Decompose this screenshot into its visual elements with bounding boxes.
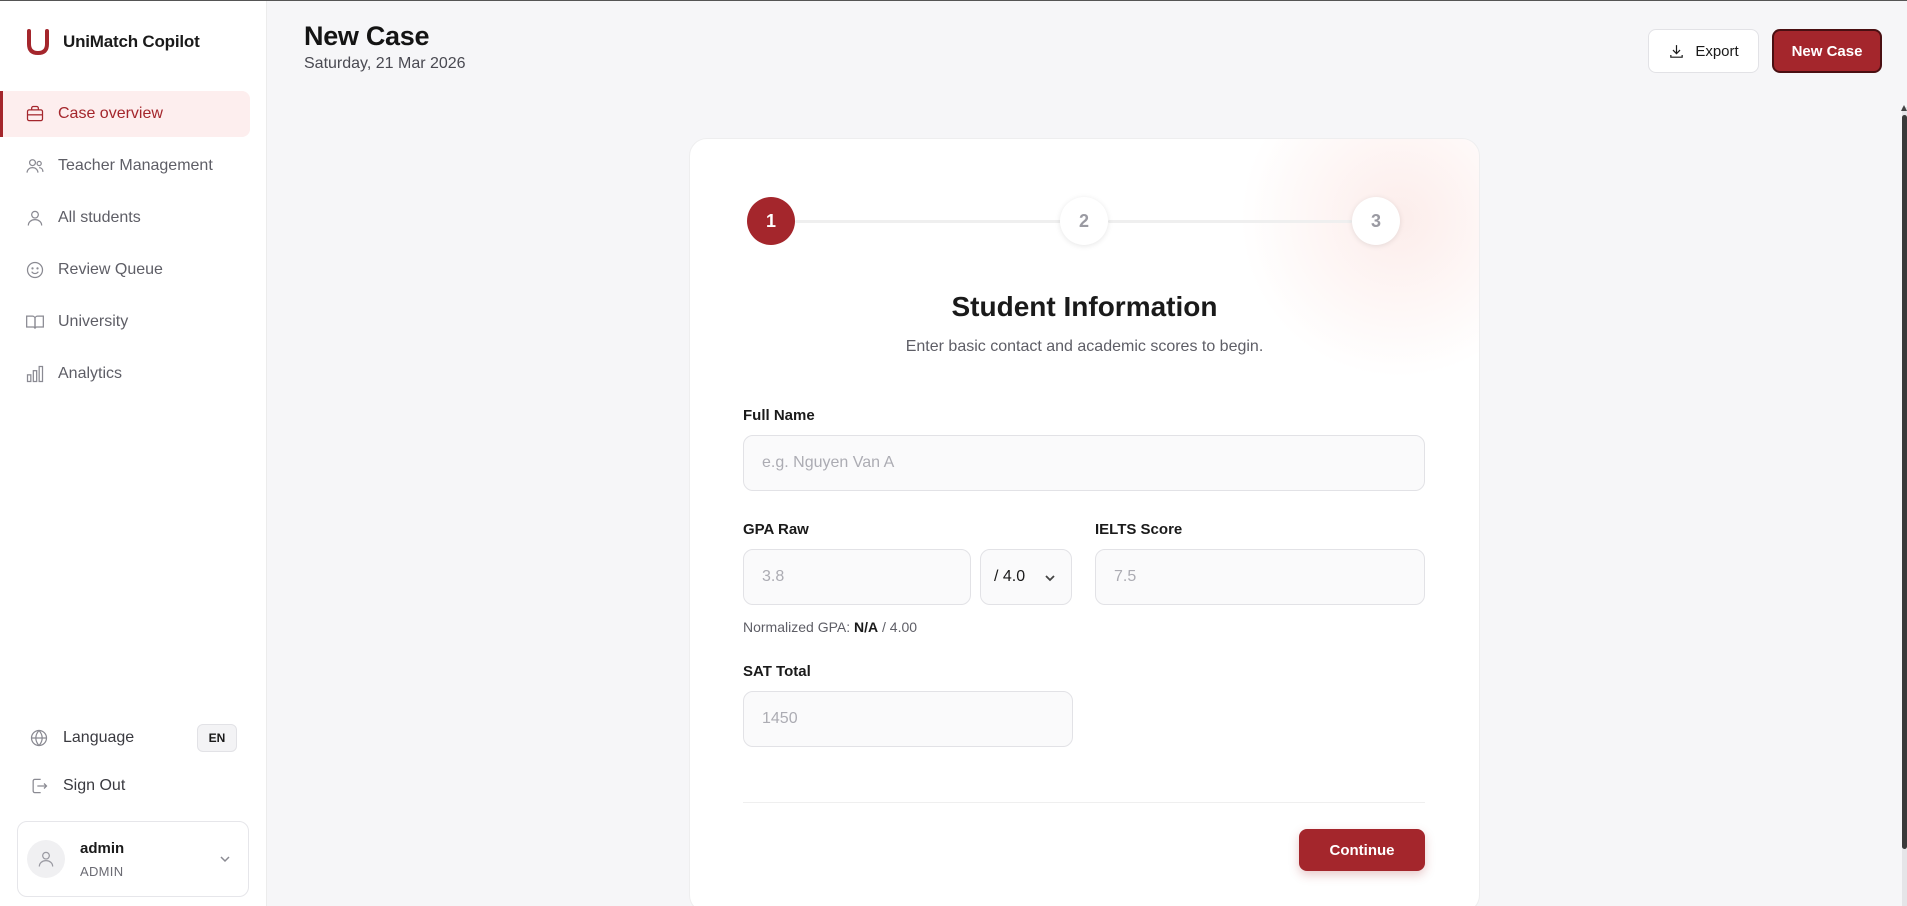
sidebar-item-review-queue[interactable]: Review Queue — [0, 247, 250, 293]
user-menu[interactable]: admin ADMIN — [17, 821, 249, 897]
step-2[interactable]: 2 — [1060, 197, 1108, 245]
briefcase-icon — [26, 105, 44, 122]
scrollbar-thumb[interactable] — [1902, 115, 1907, 849]
sidebar-item-label: University — [58, 313, 129, 330]
sat-total-label: SAT Total — [743, 663, 811, 680]
page-date: Saturday, 21 Mar 2026 — [304, 55, 466, 72]
gpa-scale-value: / 4.0 — [994, 568, 1026, 585]
full-name-label: Full Name — [743, 407, 815, 424]
ielts-score-label: IELTS Score — [1095, 521, 1183, 538]
user-role: ADMIN — [80, 863, 124, 879]
sidebar-item-label: Case overview — [58, 105, 163, 122]
sidebar-item-analytics[interactable]: Analytics — [0, 351, 250, 397]
user-name: admin — [80, 839, 125, 857]
form-subtitle: Enter basic contact and academic scores … — [905, 338, 1264, 355]
normalized-gpa-value: N/A — [854, 619, 879, 635]
full-name-input[interactable] — [743, 435, 1425, 491]
sign-out-label: Sign Out — [63, 777, 126, 794]
chevron-down-icon — [1045, 575, 1055, 582]
sidebar-item-label: Teacher Management — [58, 157, 213, 174]
gpa-raw-label: GPA Raw — [743, 521, 809, 538]
export-button[interactable]: Export — [1648, 29, 1759, 73]
user-icon — [27, 210, 43, 226]
ielts-score-input[interactable] — [1095, 549, 1425, 605]
sidebar-item-label: Analytics — [58, 365, 123, 382]
gpa-raw-input[interactable] — [743, 549, 971, 605]
sidebar-nav: Case overview Teacher Management All stu… — [0, 91, 267, 403]
page-title: New Case — [304, 21, 430, 51]
new-case-form-card: 1 2 3 Student Information Enter basic co… — [689, 138, 1480, 906]
form-title: Student Information — [951, 291, 1218, 322]
stepper: 1 2 3 — [747, 197, 1400, 245]
globe-icon — [30, 729, 48, 747]
sidebar-item-university[interactable]: University — [0, 299, 250, 345]
normalized-gpa-readout: Normalized GPA: N/A / 4.00 — [743, 619, 917, 635]
sign-out-button[interactable]: Sign Out — [29, 769, 125, 803]
download-icon — [1670, 44, 1684, 58]
continue-button[interactable]: Continue — [1299, 829, 1425, 871]
smile-icon — [26, 261, 44, 279]
brand[interactable]: UniMatch Copilot — [26, 29, 200, 55]
sidebar-item-teacher-management[interactable]: Teacher Management — [0, 143, 250, 189]
step-3[interactable]: 3 — [1352, 197, 1400, 245]
sat-total-input[interactable] — [743, 691, 1073, 747]
user-avatar-icon — [38, 851, 54, 867]
scroll-up-arrow[interactable] — [1901, 105, 1907, 111]
sidebar-item-all-students[interactable]: All students — [0, 195, 250, 241]
export-label: Export — [1695, 42, 1739, 60]
app-name: UniMatch Copilot — [63, 32, 200, 51]
language-selector[interactable]: Language EN — [29, 721, 237, 755]
new-case-button[interactable]: New Case — [1772, 29, 1882, 73]
stepper-connector — [1108, 220, 1352, 223]
users-icon — [26, 159, 44, 173]
bar-chart-icon — [26, 365, 44, 383]
language-label: Language — [63, 729, 135, 746]
chevron-down-icon — [220, 856, 230, 863]
sidebar-item-label: All students — [58, 209, 141, 226]
normalized-gpa-suffix: / 4.00 — [882, 619, 918, 635]
form-divider — [743, 802, 1425, 803]
gpa-scale-select[interactable]: / 4.0 — [980, 549, 1072, 605]
sidebar-item-label: Review Queue — [58, 261, 163, 278]
normalized-gpa-prefix: Normalized GPA: — [743, 619, 851, 635]
book-open-icon — [26, 315, 44, 329]
avatar — [27, 840, 65, 878]
step-1[interactable]: 1 — [747, 197, 795, 245]
sidebar: UniMatch Copilot Case overview Teacher M… — [0, 1, 267, 906]
app-logo-icon — [27, 29, 49, 55]
user-info: admin ADMIN — [80, 840, 124, 879]
language-badge[interactable]: EN — [197, 724, 237, 752]
stepper-connector — [795, 220, 1088, 223]
sidebar-item-case-overview[interactable]: Case overview — [0, 91, 250, 137]
log-out-icon — [32, 778, 48, 794]
